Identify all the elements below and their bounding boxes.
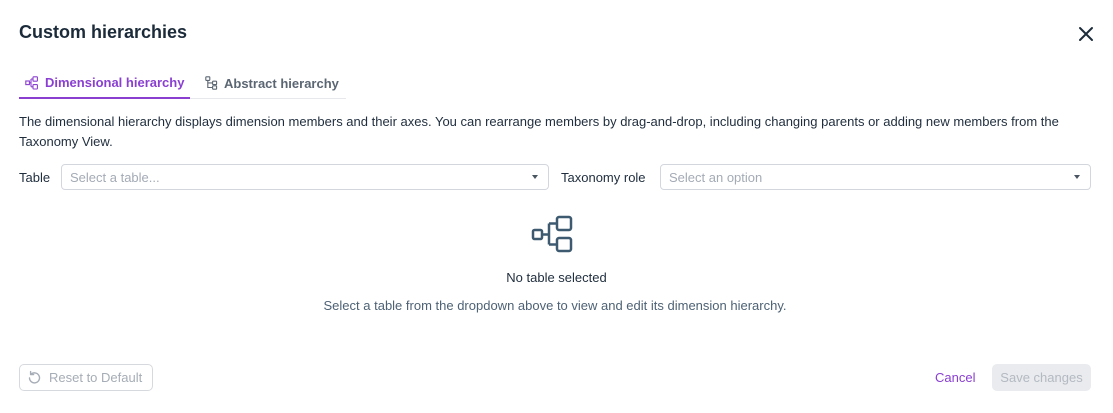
tab-dimensional-label: Dimensional hierarchy (45, 75, 185, 90)
close-icon (1079, 27, 1093, 41)
chevron-down-icon (532, 175, 538, 179)
abstract-hierarchy-icon (205, 76, 218, 90)
reset-button-label: Reset to Default (49, 370, 143, 385)
table-select-placeholder: Select a table... (70, 169, 160, 185)
taxonomy-role-select-placeholder: Select an option (669, 169, 763, 185)
save-changes-button[interactable]: Save changes (992, 364, 1091, 391)
tab-abstract-hierarchy[interactable]: Abstract hierarchy (205, 68, 339, 98)
chevron-down-icon (1074, 175, 1080, 179)
dimensional-hierarchy-icon (25, 75, 38, 90)
taxonomy-role-label: Taxonomy role (561, 170, 646, 185)
dialog-description: The dimensional hierarchy displays dimen… (19, 114, 1059, 149)
close-button[interactable] (1076, 24, 1096, 44)
table-select[interactable]: Select a table... (61, 164, 549, 190)
tab-dimensional-hierarchy[interactable]: Dimensional hierarchy (19, 68, 190, 99)
taxonomy-role-select[interactable]: Select an option (660, 164, 1091, 190)
tab-bar: Dimensional hierarchy Abstract hierarchy (19, 68, 346, 99)
table-label: Table (19, 170, 51, 185)
tab-abstract-label: Abstract hierarchy (224, 75, 339, 91)
custom-hierarchies-dialog: Custom hierarchies Dimensional hierarchy… (0, 0, 1113, 413)
save-button-label: Save changes (1000, 370, 1083, 385)
empty-state-subtitle: Select a table from the dropdown above t… (323, 298, 787, 313)
hierarchy-icon (531, 215, 573, 253)
reset-icon (28, 370, 41, 384)
dialog-title: Custom hierarchies (19, 22, 188, 42)
empty-state-title: No table selected (506, 270, 607, 285)
cancel-button[interactable]: Cancel (935, 370, 975, 385)
reset-to-default-button[interactable]: Reset to Default (19, 364, 153, 391)
